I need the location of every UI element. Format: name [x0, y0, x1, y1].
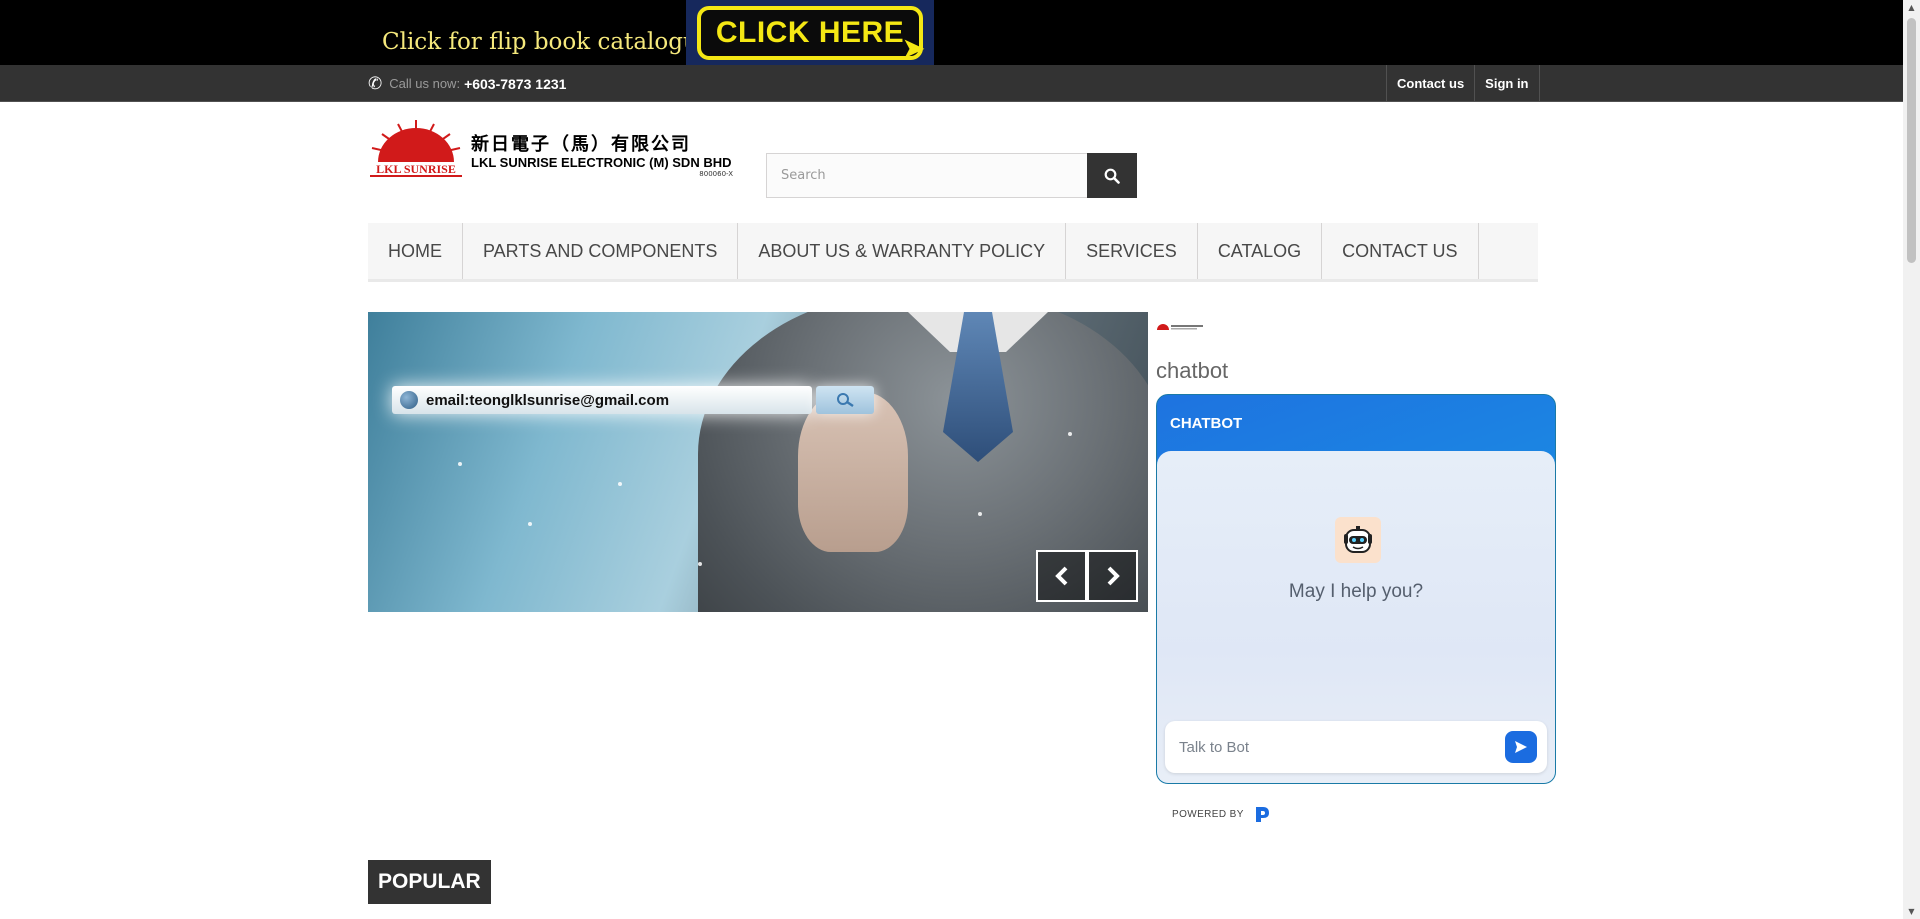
search-button[interactable] [1087, 153, 1137, 198]
sparkle [698, 562, 702, 566]
chat-input-placeholder: Talk to Bot [1179, 738, 1250, 756]
hero-slider[interactable]: email:teonglklsunrise@gmail.com [368, 312, 1148, 612]
logo-chinese-name: 新日電子（馬）有限公司 [471, 134, 691, 155]
banner-text: Click for flip book catalogue [382, 28, 712, 55]
site-logo[interactable]: LKL SUNRISE 新日電子（馬）有限公司 LKL SUNRISE ELEC… [368, 118, 733, 184]
flip-book-banner[interactable]: Click for flip book catalogue CLICK HERE… [368, 0, 934, 65]
chat-body: May I help you? Talk to Bot [1157, 451, 1555, 783]
click-here-panel[interactable]: CLICK HERE ➤ [686, 0, 934, 65]
sun-logo-icon: LKL SUNRISE [370, 120, 462, 178]
slide-hand [798, 392, 908, 552]
provider-logo-icon [1255, 807, 1269, 822]
header-nav: ✆ Call us now: +603-7873 1231 Contact us… [0, 65, 1920, 102]
scroll-down-icon[interactable]: ▼ [1907, 907, 1916, 916]
bot-avatar-icon [1335, 517, 1381, 563]
sparkle [978, 512, 982, 516]
phone-icon: ✆ [368, 73, 383, 93]
menu-item-catalog[interactable]: CATALOG [1198, 223, 1323, 279]
contact-us-link[interactable]: Contact us [1386, 65, 1474, 102]
cursor-icon: ➤ [902, 32, 925, 63]
scroll-thumb[interactable] [1907, 18, 1916, 263]
menu-item-services[interactable]: SERVICES [1066, 223, 1198, 279]
search-input[interactable]: Search [766, 153, 1088, 198]
sign-in-link[interactable]: Sign in [1474, 65, 1540, 102]
menu-item-about[interactable]: ABOUT US & WARRANTY POLICY [738, 223, 1067, 279]
bot-message: May I help you? [1288, 581, 1424, 602]
chat-input[interactable]: Talk to Bot [1165, 721, 1547, 773]
chevron-left-icon [1054, 566, 1067, 586]
slider-prev-button[interactable] [1036, 550, 1087, 602]
main-menu: HOME PARTS AND COMPONENTS ABOUT US & WAR… [368, 223, 1538, 282]
slide-email-bar: email:teonglklsunrise@gmail.com [392, 386, 812, 414]
chat-widget: CHATBOT May I help you? Talk to Bot [1156, 394, 1556, 784]
sparkle [458, 462, 462, 466]
chevron-right-icon [1107, 566, 1120, 586]
slider-next-button[interactable] [1087, 550, 1138, 602]
call-us: ✆ Call us now: +603-7873 1231 [368, 65, 566, 102]
powered-by-label: POWERED BY [1172, 808, 1244, 820]
slide-email-text: email:teonglklsunrise@gmail.com [426, 391, 670, 409]
powered-by[interactable]: POWERED BY [1172, 805, 1270, 823]
send-icon [1515, 741, 1527, 753]
click-here-label: CLICK HERE [715, 15, 905, 49]
menu-item-parts[interactable]: PARTS AND COMPONENTS [463, 223, 739, 279]
menu-item-home[interactable]: HOME [368, 223, 463, 279]
sparkle [1068, 432, 1072, 436]
sparkle [618, 482, 622, 486]
chat-title: CHATBOT [1170, 415, 1243, 432]
menu-item-contact[interactable]: CONTACT US [1322, 223, 1479, 279]
search-icon [1104, 168, 1120, 184]
top-banner: Click for flip book catalogue CLICK HERE… [0, 0, 1920, 65]
slider-controls [1036, 550, 1138, 602]
logo-reg-no: 800060-X [699, 170, 733, 178]
logo-english-name: LKL SUNRISE ELECTRONIC (M) SDN BHD [471, 155, 732, 170]
popular-heading: POPULAR [368, 860, 491, 904]
brand-mark: LKL SUNRISE [376, 162, 456, 176]
phone-number[interactable]: +603-7873 1231 [464, 76, 566, 92]
globe-icon [400, 391, 418, 409]
header-links: Contact us Sign in [1386, 65, 1540, 102]
scroll-up-icon[interactable]: ▲ [1907, 3, 1916, 12]
sparkle [528, 522, 532, 526]
chatbot-heading: chatbot [1156, 358, 1229, 383]
click-here-button[interactable]: CLICK HERE ➤ [697, 5, 924, 63]
send-button[interactable] [1505, 731, 1537, 763]
sidebar-logo-icon [1157, 324, 1203, 330]
call-label: Call us now: [389, 76, 461, 91]
slide-search-icon [816, 386, 874, 414]
page-scrollbar[interactable]: ▲ ▼ [1903, 0, 1920, 919]
